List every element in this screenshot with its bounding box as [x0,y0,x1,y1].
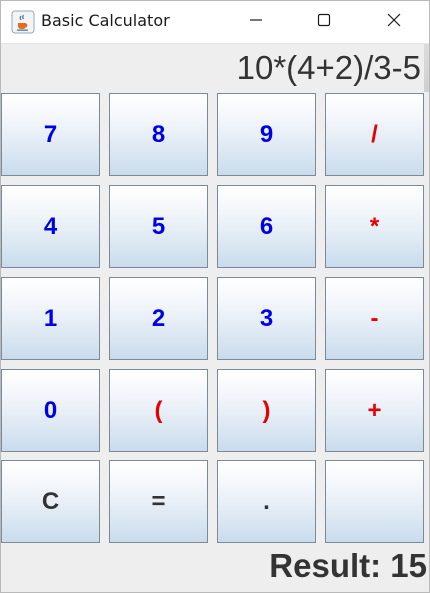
expression-text: 10*(4+2)/3-5 [236,49,421,86]
close-paren-button[interactable]: ) [217,369,316,452]
decimal-button[interactable]: . [217,460,316,543]
digit-0-button[interactable]: 0 [1,369,100,452]
add-button[interactable]: + [325,369,424,452]
open-paren-button[interactable]: ( [109,369,208,452]
title-bar[interactable]: Basic Calculator [1,1,429,44]
digit-6-button[interactable]: 6 [217,185,316,268]
minimize-icon [248,12,264,32]
digit-7-button[interactable]: 7 [1,93,100,176]
result-label: Result: 15 [269,547,427,584]
clear-button[interactable]: C [1,460,100,543]
close-button[interactable] [371,1,417,43]
subtract-button[interactable]: - [325,277,424,360]
expression-display[interactable]: 10*(4+2)/3-5 [1,44,429,92]
equals-button[interactable]: = [109,460,208,543]
window-title: Basic Calculator [41,11,170,30]
blank-button[interactable] [325,460,424,543]
maximize-icon [316,12,332,32]
maximize-button[interactable] [301,1,347,43]
minimize-button[interactable] [233,1,279,43]
keypad: 7 8 9/ 4 5 6 * 1 2 3- 0() + C =. [1,93,429,545]
digit-2-button[interactable]: 2 [109,277,208,360]
digit-8-button[interactable]: 8 [109,93,208,176]
multiply-button[interactable]: * [325,185,424,268]
close-icon [386,12,402,32]
digit-1-button[interactable]: 1 [1,277,100,360]
display-scroll-edge [424,44,429,92]
java-coffee-cup-icon [11,10,35,34]
digit-5-button[interactable]: 5 [109,185,208,268]
divide-button[interactable]: / [325,93,424,176]
digit-9-button[interactable]: 9 [217,93,316,176]
digit-4-button[interactable]: 4 [1,185,100,268]
calculator-window: Basic Calculator 10*(4+2)/3-5 7 8 9/ 4 5 6 * 1 2… [0,0,430,593]
digit-3-button[interactable]: 3 [217,277,316,360]
